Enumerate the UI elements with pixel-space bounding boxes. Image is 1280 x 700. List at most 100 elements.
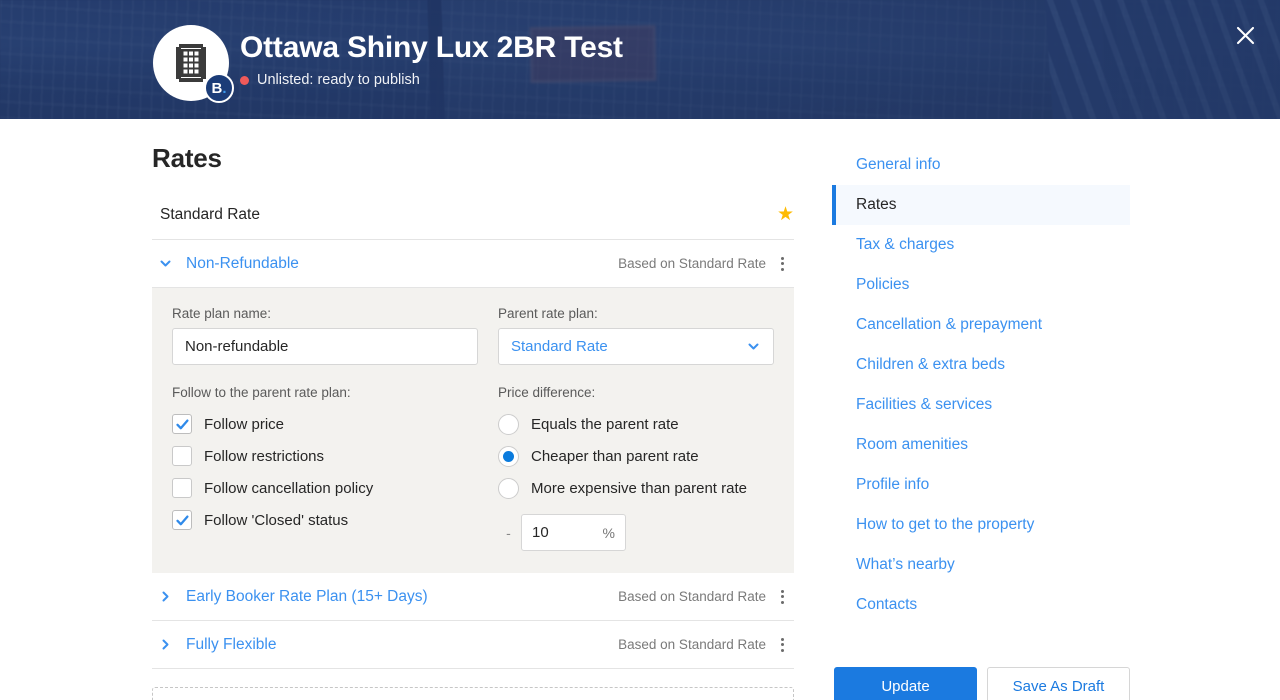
update-button[interactable]: Update [834, 667, 977, 700]
close-icon [1236, 26, 1255, 45]
sidebar-item-label: Profile info [856, 476, 929, 494]
building-icon [174, 44, 208, 82]
price-difference-sign: - [498, 525, 519, 541]
sidebar-item-label: Children & extra beds [856, 356, 1005, 374]
rate-plan-name[interactable]: Early Booker Rate Plan (15+ Days) [186, 588, 428, 606]
rate-plan-name[interactable]: Fully Flexible [186, 636, 276, 654]
sidebar-item-cancellation-prepayment[interactable]: Cancellation & prepayment [832, 305, 1130, 345]
sidebar-item-label: How to get to the property [856, 516, 1034, 534]
radio-label: Equals the parent rate [531, 416, 679, 433]
checkbox-row-follow-closed-status[interactable]: Follow 'Closed' status [172, 504, 478, 536]
checkbox-checked-icon [172, 510, 192, 530]
price-difference-group: Price difference: Equals the parent rate… [498, 365, 774, 551]
sidebar-item-label: Contacts [856, 596, 917, 614]
checkbox-label: Follow cancellation policy [204, 480, 373, 497]
follow-parent-label: Follow to the parent rate plan: [172, 385, 478, 400]
checkbox-unchecked-icon [172, 446, 192, 466]
page-title: Rates [152, 119, 794, 174]
booking-badge-icon: B. [204, 73, 234, 103]
price-difference-label: Price difference: [498, 385, 774, 400]
follow-parent-group: Follow to the parent rate plan: Follow p… [172, 365, 478, 551]
radio-row-more-expensive-than-parent-rate[interactable]: More expensive than parent rate [498, 472, 774, 504]
rate-plan-menu-icon[interactable] [770, 638, 794, 652]
sidebar-item-label: Rates [856, 196, 897, 214]
chevron-down-icon [746, 339, 761, 354]
checkbox-row-follow-restrictions[interactable]: Follow restrictions [172, 440, 478, 472]
sidebar-item-rates[interactable]: Rates [832, 185, 1130, 225]
main-content: Rates Standard Rate ★ Non-Refundable Bas… [152, 119, 794, 700]
checkbox-row-follow-price[interactable]: Follow price [172, 408, 478, 440]
sidebar-item-label: General info [856, 156, 940, 174]
sidebar-item-label: What’s nearby [856, 556, 955, 574]
chevron-right-icon[interactable] [152, 638, 178, 651]
rate-plan-based-on: Based on Standard Rate [618, 256, 766, 271]
rate-plan-menu-icon[interactable] [770, 590, 794, 604]
chevron-down-icon[interactable] [152, 257, 178, 270]
price-difference-input[interactable] [532, 524, 590, 541]
booking-badge-dot: . [222, 80, 226, 97]
standard-rate-name: Standard Rate [152, 206, 260, 224]
rate-plan-row-fully-flexible[interactable]: Fully Flexible Based on Standard Rate [152, 621, 794, 669]
sidebar-item-whats-nearby[interactable]: What’s nearby [832, 545, 1130, 585]
property-status: Unlisted: ready to publish [240, 72, 623, 88]
rate-plan-name[interactable]: Non-Refundable [186, 255, 299, 273]
parent-rate-plan-label: Parent rate plan: [498, 306, 774, 321]
form-actions: Update Save As Draft [832, 667, 1130, 700]
rate-plan-editor-panel: Rate plan name: Parent rate plan: Standa… [152, 288, 794, 573]
sidebar-item-children-extra-beds[interactable]: Children & extra beds [832, 345, 1130, 385]
sidebar-item-tax-charges[interactable]: Tax & charges [832, 225, 1130, 265]
standard-rate-row[interactable]: Standard Rate ★ [152, 190, 794, 240]
sidebar-item-how-to-get-to-the-property[interactable]: How to get to the property [832, 505, 1130, 545]
status-label: Unlisted: ready to publish [257, 72, 420, 88]
rate-plan-based-on: Based on Standard Rate [618, 589, 766, 604]
checkbox-label: Follow price [204, 416, 284, 433]
rate-plan-name-label: Rate plan name: [172, 306, 478, 321]
parent-rate-plan-field-group: Parent rate plan: Standard Rate [498, 306, 774, 365]
checkbox-label: Follow 'Closed' status [204, 512, 348, 529]
radio-label: More expensive than parent rate [531, 480, 747, 497]
sidebar-item-room-amenities[interactable]: Room amenities [832, 425, 1130, 465]
parent-rate-plan-value: Standard Rate [511, 338, 608, 355]
radio-row-cheaper-than-parent-rate[interactable]: Cheaper than parent rate [498, 440, 774, 472]
radio-unselected-icon [498, 478, 519, 499]
radio-label: Cheaper than parent rate [531, 448, 699, 465]
sidebar-item-contacts[interactable]: Contacts [832, 585, 1130, 625]
sidebar-item-label: Policies [856, 276, 909, 294]
status-dot-icon [240, 76, 249, 85]
radio-selected-icon [498, 446, 519, 467]
price-difference-input-box[interactable]: % [521, 514, 626, 551]
close-button[interactable] [1230, 20, 1260, 50]
checkbox-unchecked-icon [172, 478, 192, 498]
sidebar-item-label: Facilities & services [856, 396, 992, 414]
rate-plan-menu-icon[interactable] [770, 257, 794, 271]
property-header: B. Ottawa Shiny Lux 2BR Test Unlisted: r… [0, 0, 1280, 119]
sidebar-item-label: Cancellation & prepayment [856, 316, 1042, 334]
parent-rate-plan-select[interactable]: Standard Rate [498, 328, 774, 365]
property-logo: B. [153, 25, 229, 101]
percent-unit-label: % [603, 525, 615, 541]
checkbox-row-follow-cancellation-policy[interactable]: Follow cancellation policy [172, 472, 478, 504]
rate-plan-row-early-booker[interactable]: Early Booker Rate Plan (15+ Days) Based … [152, 573, 794, 621]
sidebar-item-general-info[interactable]: General info [832, 145, 1130, 185]
sidebar-item-policies[interactable]: Policies [832, 265, 1130, 305]
radio-unselected-icon [498, 414, 519, 435]
radio-row-equals-parent-rate[interactable]: Equals the parent rate [498, 408, 774, 440]
page-body: Rates Standard Rate ★ Non-Refundable Bas… [0, 119, 1280, 700]
sidebar-item-facilities-services[interactable]: Facilities & services [832, 385, 1130, 425]
star-icon[interactable]: ★ [777, 205, 794, 224]
sidebar-item-label: Room amenities [856, 436, 968, 454]
checkbox-label: Follow restrictions [204, 448, 324, 465]
save-as-draft-button[interactable]: Save As Draft [987, 667, 1130, 700]
booking-badge-letter: B [211, 80, 222, 97]
rate-plan-row-non-refundable[interactable]: Non-Refundable Based on Standard Rate [152, 240, 794, 288]
price-difference-input-row: - % [498, 514, 774, 551]
chevron-right-icon[interactable] [152, 590, 178, 603]
sidebar-item-label: Tax & charges [856, 236, 954, 254]
sidebar-item-profile-info[interactable]: Profile info [832, 465, 1130, 505]
property-title: Ottawa Shiny Lux 2BR Test [240, 30, 623, 66]
section-navigation: General info Rates Tax & charges Policie… [832, 119, 1130, 700]
rate-plan-name-field-group: Rate plan name: [172, 306, 478, 365]
rate-plan-name-input[interactable] [172, 328, 478, 365]
add-another-rate-button[interactable]: Add another rate [152, 687, 794, 700]
checkbox-checked-icon [172, 414, 192, 434]
